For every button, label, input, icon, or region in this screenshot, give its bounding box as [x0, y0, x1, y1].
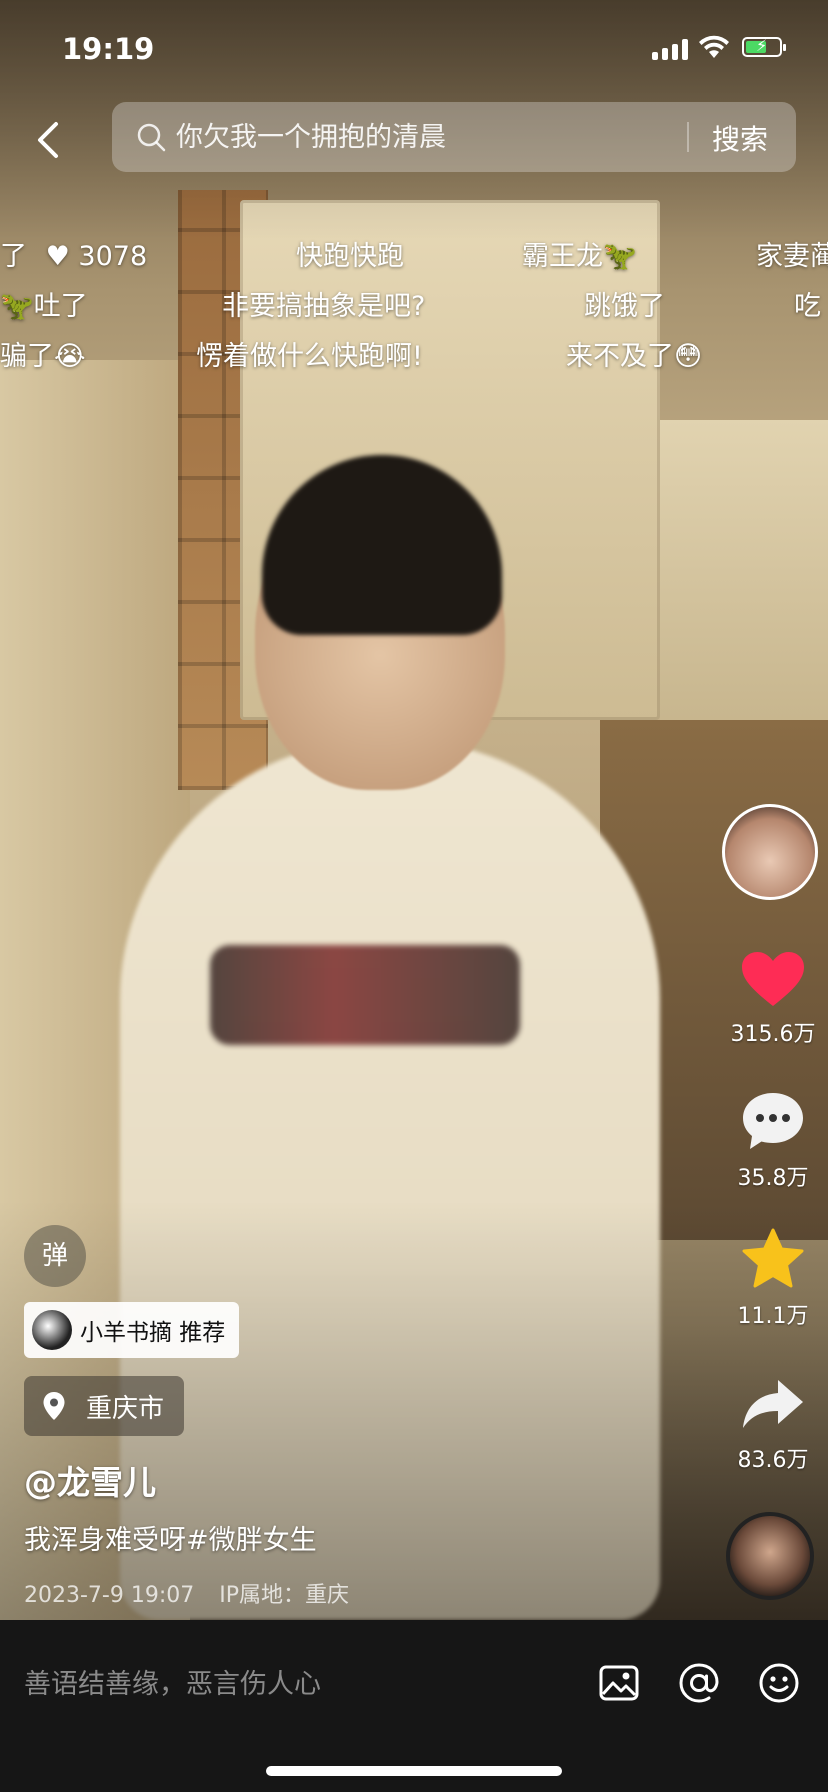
status-bar: 19:19 ⚡ — [0, 26, 828, 70]
video-frame-cabinet-right — [660, 420, 828, 740]
author-avatar[interactable] — [722, 804, 818, 900]
recommend-tag[interactable]: 小羊书摘 推荐 — [24, 1302, 240, 1358]
share-count: 83.6万 — [737, 1448, 809, 1473]
comment-button[interactable]: 35.8万 — [718, 1090, 828, 1192]
search-button[interactable]: 搜索 — [712, 118, 768, 158]
image-icon[interactable] — [598, 1662, 640, 1704]
emoji-icon[interactable] — [758, 1662, 800, 1704]
location-tag[interactable]: 重庆市 — [24, 1376, 185, 1436]
danmaku-item: 🦖吐了 — [0, 291, 88, 322]
danmaku-item: 愣着做什么快跑啊! — [196, 341, 423, 372]
music-disc-icon[interactable] — [726, 1512, 814, 1600]
danmaku-item: 骗了😭 — [0, 341, 86, 372]
star-icon — [742, 1228, 804, 1288]
comment-bar — [0, 1622, 828, 1792]
cellular-signal-icon — [652, 38, 688, 60]
back-arrow-icon[interactable] — [30, 118, 70, 162]
danmaku-toggle-button[interactable]: 弹 — [24, 1225, 86, 1287]
share-arrow-icon — [743, 1380, 803, 1428]
video-meta: 2023-7-9 19:07 IP属地：重庆 — [24, 1577, 367, 1609]
search-divider — [687, 122, 689, 152]
comment-input[interactable] — [24, 1662, 564, 1706]
danmaku-item: 来不及了😳 — [566, 341, 703, 372]
favorite-count: 11.1万 — [737, 1304, 809, 1329]
danmaku-item: 了 ♥ 3078 — [0, 241, 148, 272]
comment-bubble-icon — [743, 1093, 803, 1149]
favorite-button[interactable]: 11.1万 — [718, 1228, 828, 1330]
like-count: 315.6万 — [730, 1022, 816, 1047]
danmaku-item: 霸王龙🦖 — [522, 241, 637, 272]
search-bar[interactable]: 搜索 — [112, 102, 796, 172]
share-button[interactable]: 83.6万 — [718, 1376, 828, 1474]
status-time: 19:19 — [62, 32, 155, 66]
home-indicator[interactable] — [266, 1766, 562, 1776]
search-input[interactable] — [176, 110, 776, 164]
recommend-label: 小羊书摘 推荐 — [80, 1320, 226, 1346]
danmaku-item: 吃 — [794, 291, 821, 322]
danmaku-item: 跳饿了 — [584, 291, 665, 322]
heart-icon: ♥ — [45, 241, 70, 272]
author-name[interactable]: @龙雪儿 — [24, 1456, 156, 1504]
comment-count: 35.8万 — [737, 1166, 809, 1191]
wifi-icon — [699, 35, 729, 58]
publish-date: 2023-7-9 19:07 — [24, 1583, 195, 1608]
heart-icon — [742, 952, 804, 1006]
ip-location: IP属地：重庆 — [219, 1583, 350, 1608]
location-pin-icon — [43, 1392, 65, 1420]
video-caption[interactable]: 我浑身难受呀#微胖女生 — [24, 1518, 317, 1557]
like-button[interactable]: 315.6万 — [718, 950, 828, 1048]
search-icon — [137, 123, 166, 152]
danmaku-item: 非要搞抽象是吧? — [222, 291, 426, 322]
danmaku-item: 快跑快跑 — [296, 241, 404, 272]
mention-icon[interactable] — [678, 1662, 720, 1704]
location-label: 重庆市 — [86, 1393, 165, 1424]
recommender-avatar — [32, 1310, 72, 1350]
danmaku-item: 家妻蔺 — [756, 241, 828, 272]
battery-icon: ⚡ — [742, 36, 786, 57]
video-frame-shirt-print — [210, 945, 520, 1045]
